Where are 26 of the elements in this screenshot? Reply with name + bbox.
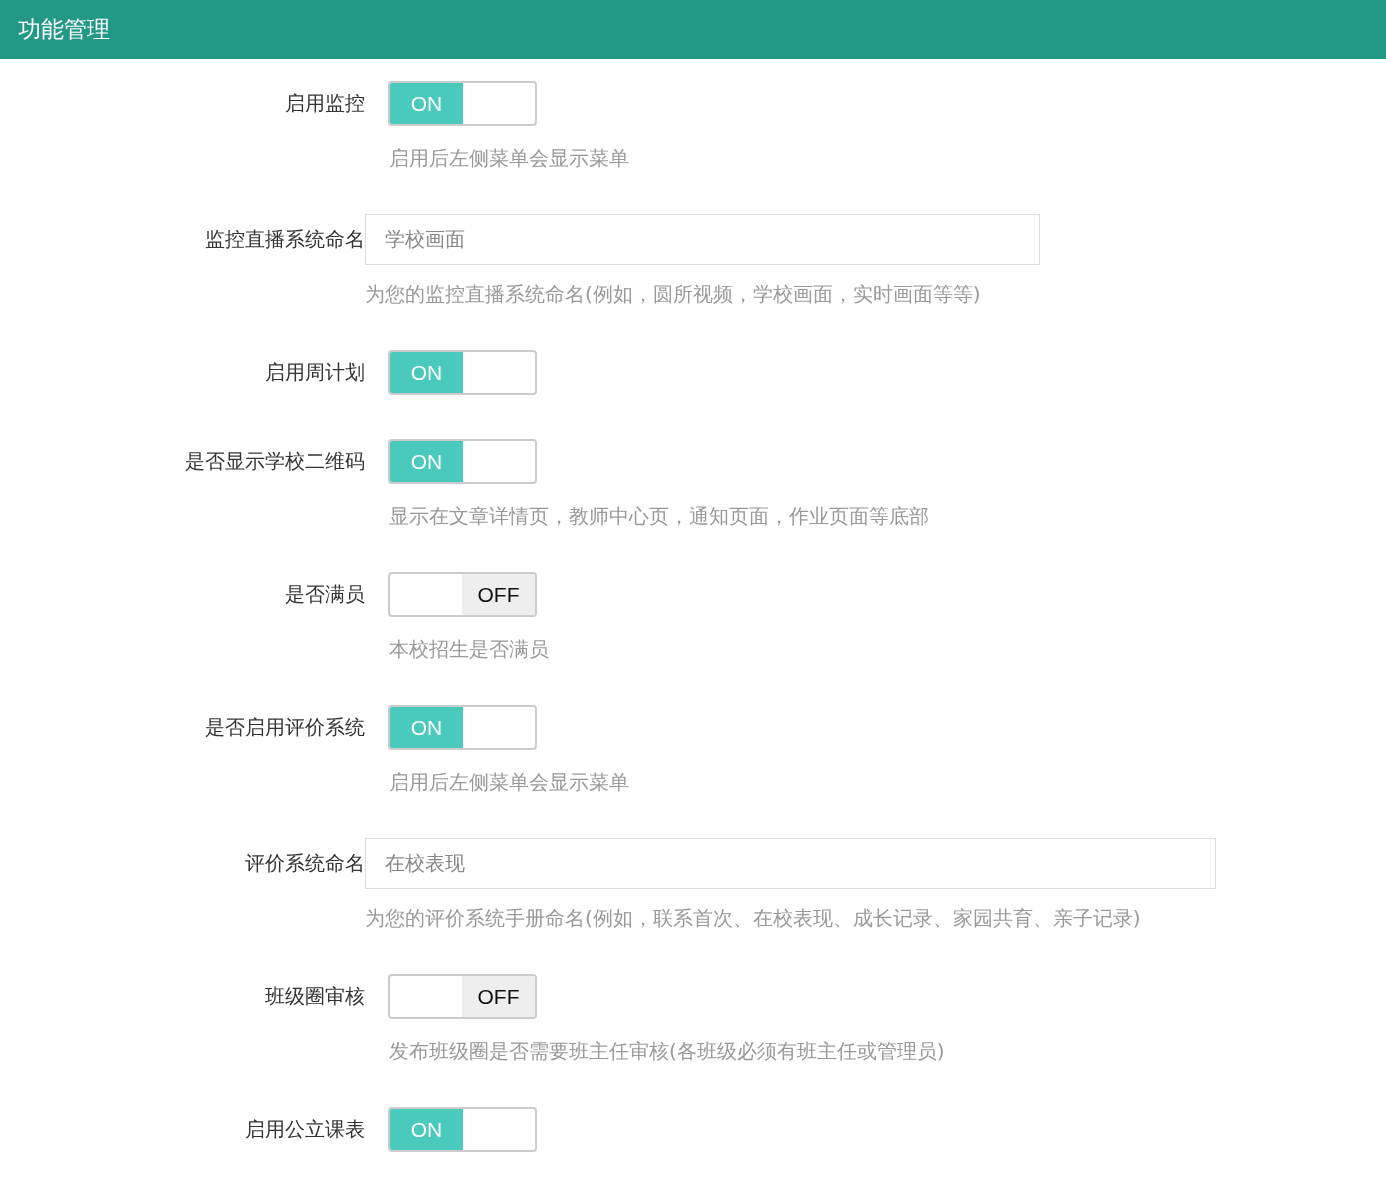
field-label: 评价系统命名 (244, 850, 365, 877)
toggle-switch[interactable]: ON (388, 1107, 537, 1152)
help-text: 启用后左侧菜单会显示菜单 (389, 146, 629, 170)
field-label: 启用周计划 (264, 359, 365, 386)
help-text: 显示在文章详情页，教师中心页，通知页面，作业页面等底部 (389, 504, 929, 528)
name-input-field[interactable]: 在校表现 (365, 838, 1216, 889)
help-text: 为您的评价系统手册命名(例如，联系首次、在校表现、成长记录、家园共育、亲子记录) (365, 906, 1141, 930)
toggle-switch[interactable]: OFF (388, 572, 537, 617)
help-text: 启用后左侧菜单会显示菜单 (389, 770, 629, 794)
help-text: 本校招生是否满员 (389, 637, 549, 661)
help-text: 发布班级圈是否需要班主任审核(各班级必须有班主任或管理员) (389, 1039, 945, 1063)
field-label: 班级圈审核 (264, 983, 365, 1010)
field-label: 是否满员 (284, 581, 365, 608)
toggle-switch[interactable]: ON (388, 81, 537, 126)
field-label: 监控直播系统命名 (204, 226, 365, 253)
field-label: 启用监控 (284, 90, 365, 117)
toggle-switch[interactable]: ON (388, 350, 537, 395)
field-label: 是否启用评价系统 (204, 714, 365, 741)
toggle-switch[interactable]: OFF (388, 974, 537, 1019)
name-input-field[interactable]: 学校画面 (365, 214, 1040, 265)
field-label: 启用公立课表 (244, 1116, 365, 1143)
toggle-switch[interactable]: ON (388, 439, 537, 484)
help-text: 为您的监控直播系统命名(例如，圆所视频，学校画面，实时画面等等) (365, 282, 981, 306)
toggle-switch[interactable]: ON (388, 705, 537, 750)
field-label: 是否显示学校二维码 (184, 448, 365, 475)
page-title: 功能管理 (18, 15, 110, 44)
